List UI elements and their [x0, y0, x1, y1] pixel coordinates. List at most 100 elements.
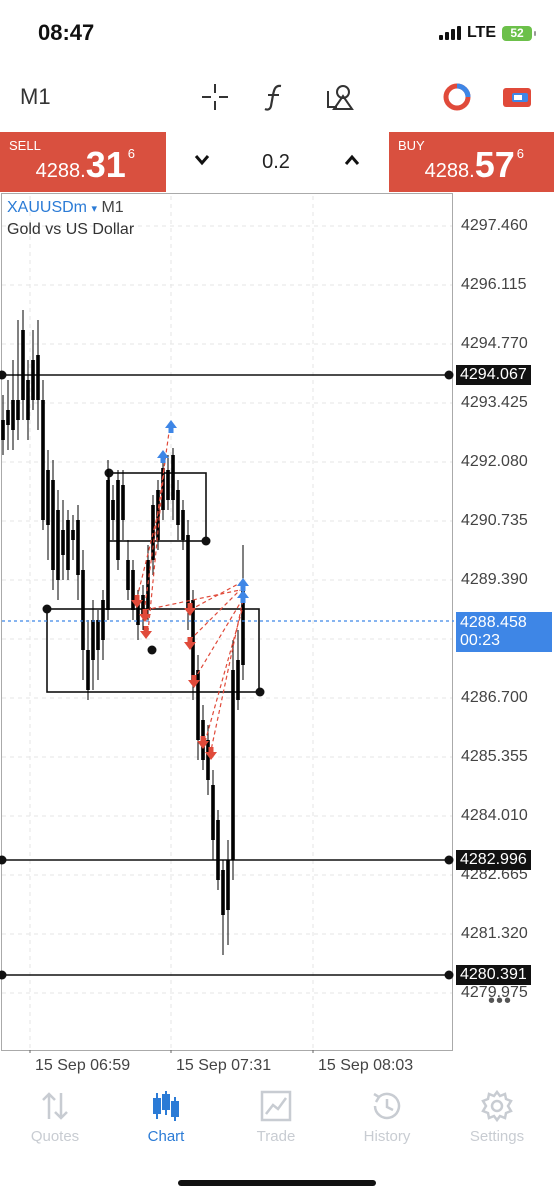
- current-price: 4288.458: [460, 614, 527, 631]
- trade-link-line: [189, 582, 241, 611]
- candle-body: [71, 530, 75, 540]
- sell-button[interactable]: SELL 4288.31 6: [0, 132, 166, 192]
- candle-body: [1, 420, 5, 440]
- candle-body: [151, 505, 155, 560]
- symbol-timeframe: M1: [101, 199, 124, 216]
- candle-body: [16, 400, 20, 420]
- trade-link-line: [193, 599, 243, 681]
- indicators-icon[interactable]: [440, 80, 474, 114]
- tab-label: Quotes: [30, 1128, 80, 1145]
- price-axis-label: 4285.355: [461, 748, 528, 765]
- candle-body: [91, 620, 95, 660]
- tab-settings[interactable]: Settings: [452, 1088, 542, 1145]
- rectangle-anchor-point: [104, 468, 114, 478]
- history-icon: [342, 1088, 432, 1124]
- level-anchor-point: [444, 970, 454, 980]
- level-anchor-point: [0, 855, 7, 865]
- price-axis-label: 4286.700: [461, 689, 528, 706]
- trade-toggle-icon[interactable]: [500, 80, 534, 114]
- candle-body: [31, 360, 35, 400]
- lot-size-input[interactable]: 0.2: [238, 151, 314, 174]
- level-anchor-point: [444, 855, 454, 865]
- more-options-icon[interactable]: •••: [488, 990, 512, 1013]
- symbol-dropdown-icon: ▾: [91, 203, 97, 215]
- buy-button[interactable]: BUY 4288.57 6: [389, 132, 554, 192]
- tab-trade[interactable]: Trade: [231, 1088, 321, 1145]
- tab-label: Settings: [469, 1128, 525, 1145]
- candle-body: [106, 480, 110, 610]
- candle-body: [206, 740, 210, 780]
- candle-body: [116, 480, 120, 560]
- candle-body: [171, 455, 175, 500]
- signal-icon: [438, 26, 461, 40]
- candle-body: [126, 560, 130, 590]
- price-axis-label: 4289.390: [461, 571, 528, 588]
- quotes-icon: [10, 1088, 100, 1124]
- status-time: 08:47: [38, 20, 95, 45]
- time-axis-label: 15 Sep 08:03: [318, 1057, 414, 1074]
- tab-history[interactable]: History: [342, 1088, 432, 1145]
- price-axis-label: 4292.080: [461, 453, 528, 470]
- settings-icon: [452, 1088, 542, 1124]
- buy-arrow-icon: [157, 450, 169, 463]
- candle-body: [146, 560, 150, 610]
- bar-countdown: 00:23: [460, 632, 501, 649]
- price-axis-label: 4290.735: [461, 512, 528, 529]
- home-indicator: [178, 1180, 376, 1186]
- buy-arrow-icon: [165, 420, 177, 433]
- current-price-tag: 4288.458 00:23: [456, 612, 552, 652]
- candle-body: [26, 380, 30, 420]
- network-label: LTE: [466, 24, 496, 41]
- candle-body: [11, 400, 15, 430]
- candle-body: [61, 530, 65, 555]
- crosshair-icon[interactable]: [198, 80, 232, 114]
- level-anchor-point: [0, 970, 7, 980]
- sell-price: 4288.31 6: [35, 144, 135, 185]
- price-axis-label: 4294.770: [461, 335, 528, 352]
- candle-body: [121, 485, 125, 520]
- candle-body: [66, 520, 70, 570]
- objects-icon[interactable]: [322, 80, 356, 114]
- candle-body: [41, 400, 45, 520]
- level-price-tag: 4280.391: [456, 965, 531, 985]
- candle-body: [221, 870, 225, 915]
- time-axis-label: 15 Sep 07:31: [176, 1057, 272, 1074]
- candle-body: [111, 500, 115, 520]
- candle-body: [56, 510, 60, 580]
- level-anchor-point: [444, 370, 454, 380]
- rectangle-anchor-point: [255, 687, 265, 697]
- level-price-tag: 4294.067: [456, 365, 531, 385]
- chart-symbol[interactable]: XAUUSDm ▾ M1: [7, 199, 124, 217]
- candle-body: [21, 330, 25, 400]
- candle-body: [51, 480, 55, 570]
- status-indicators: LTE 52: [438, 24, 536, 42]
- candle-body: [216, 820, 220, 880]
- candle-body: [226, 860, 230, 910]
- candle-body: [236, 660, 240, 700]
- buy-price: 4288.57 6: [424, 144, 524, 185]
- tab-chart[interactable]: Chart: [121, 1088, 211, 1145]
- lot-decrease-button[interactable]: [192, 150, 212, 170]
- tab-label: Chart: [147, 1128, 185, 1145]
- function-icon[interactable]: [258, 80, 292, 114]
- sell-arrow-icon: [140, 626, 152, 639]
- price-axis-label: 4284.010: [461, 807, 528, 824]
- candle-body: [181, 510, 185, 540]
- buy-arrow-icon: [237, 590, 249, 603]
- symbol-description: Gold vs US Dollar: [7, 221, 135, 238]
- candle-body: [81, 570, 85, 650]
- rectangle-anchor-point: [201, 536, 211, 546]
- candle-body: [211, 785, 215, 840]
- price-axis-label: 4281.320: [461, 925, 528, 942]
- tab-label: History: [363, 1128, 411, 1145]
- rectangle-anchor-point: [42, 604, 52, 614]
- lot-increase-button[interactable]: [342, 150, 362, 170]
- candle-body: [166, 470, 170, 500]
- candle-body: [36, 355, 40, 400]
- timeframe-button[interactable]: M1: [20, 84, 51, 110]
- trade-link-line: [189, 589, 241, 641]
- candle-body: [6, 410, 10, 425]
- tab-quotes[interactable]: Quotes: [10, 1088, 100, 1145]
- candle-body: [176, 490, 180, 525]
- candle-body: [76, 520, 80, 575]
